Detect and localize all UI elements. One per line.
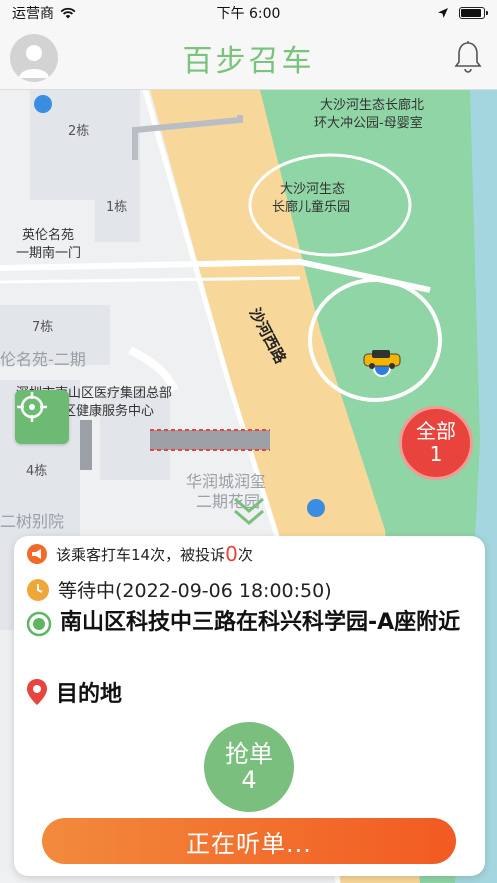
map-label-yingluan1: 英伦名苑 [22, 228, 75, 243]
bell-icon[interactable] [453, 40, 483, 74]
taxi-icon [363, 350, 401, 369]
complaint-count: 0 [225, 542, 238, 566]
nav-bar: 百步召车 [0, 26, 497, 90]
map-label-park-kids2: 长廊儿童乐园 [272, 200, 351, 215]
listening-button[interactable]: 正在听单... [42, 818, 456, 864]
grab-order-button[interactable]: 抢单 4 [204, 722, 294, 812]
passenger-info-suffix: 次 [237, 545, 253, 564]
pickup-dot-icon [26, 611, 52, 637]
pickup-location: 南山区科技中三路在科兴科学园-A座附近 [26, 608, 480, 638]
location-arrow-icon [438, 8, 448, 18]
order-status-text: 等待中(2022-09-06 18:00:50) [58, 580, 332, 602]
page-title: 百步召车 [182, 43, 315, 79]
map-label-park-north2: 环大冲公园-母婴室 [314, 116, 423, 131]
avatar[interactable] [10, 34, 58, 82]
clock-icon [27, 578, 49, 601]
chevron-down-icon[interactable] [232, 493, 266, 529]
user-silhouette-icon [19, 45, 49, 78]
map-label-bld1: 1栋 [106, 200, 128, 215]
all-orders-button[interactable]: 全部 1 [399, 406, 473, 480]
order-status: 等待中(2022-09-06 18:00:50) [26, 576, 332, 603]
locate-button[interactable] [15, 390, 69, 444]
wifi-icon [60, 7, 76, 19]
status-bar: 运营商 下午 6:00 [0, 0, 497, 26]
crosshair-icon [17, 392, 47, 422]
map-label-park-kids1: 大沙河生态 [280, 182, 346, 197]
destination: 目的地 [26, 676, 122, 708]
pickup-text: 南山区科技中三路在科兴科学园-A座附近 [60, 610, 461, 635]
carrier-label: 运营商 [12, 6, 54, 22]
status-time: 下午 6:00 [216, 6, 281, 22]
passenger-info: 该乘客打车14次，被投诉 0 次 [26, 542, 253, 566]
battery-icon [459, 7, 488, 19]
map-label-bld2: 2栋 [68, 124, 90, 139]
map-pin-icon [27, 679, 47, 705]
map-label-bld7: 7栋 [32, 320, 54, 335]
megaphone-icon [27, 544, 47, 564]
destination-text: 目的地 [56, 682, 123, 707]
map-label-lunming: 伦名苑-二期 [0, 350, 86, 369]
passenger-info-prefix: 该乘客打车14次，被投诉 [56, 545, 226, 564]
all-orders-label: 全部 [416, 419, 456, 443]
all-orders-count: 1 [429, 442, 443, 466]
grab-order-label: 抢单 [225, 739, 273, 768]
map-label-bld4: 4栋 [26, 464, 48, 479]
map-label-yingluan2: 一期南一门 [16, 246, 82, 261]
order-card: 该乘客打车14次，被投诉 0 次 等待中(2022-09-06 18:00:50… [14, 536, 485, 876]
grab-order-count: 4 [241, 766, 257, 794]
map-label-shulin: 二树别院 [0, 512, 65, 531]
map-label-park-north: 大沙河生态长廊北 [320, 98, 425, 113]
